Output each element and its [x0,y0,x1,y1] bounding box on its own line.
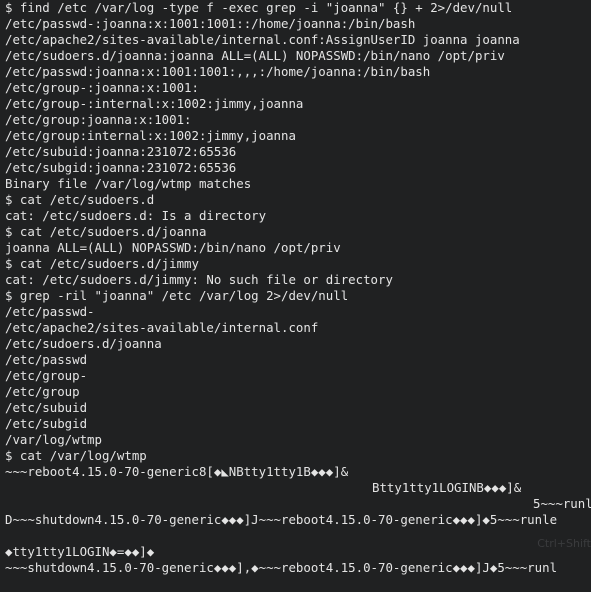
terminal-line: cat: /etc/sudoers.d/jimmy: No such file … [5,272,393,287]
terminal-line: /etc/passwd:joanna:x:1001:1001:,,,:/home… [5,64,431,79]
terminal-line: $ grep -ril "joanna" /etc /var/log 2>/de… [5,288,349,303]
terminal-line: /etc/passwd- [5,304,95,319]
terminal-line: ~~~shutdown4.15.0-70-generic◆◆◆],◆~~~reb… [5,560,558,575]
terminal-line: /etc/apache2/sites-available/internal.co… [5,320,319,335]
watermark: Ctrl+Shift [537,537,591,550]
terminal-line: $ cat /etc/sudoers.d [5,192,155,207]
terminal-window[interactable]: $ find /etc /var/log -type f -exec grep … [0,0,591,592]
terminal-line: $ cat /etc/sudoers.d/jimmy [5,256,199,271]
terminal-line: /var/log/wtmp [5,432,102,447]
terminal-line: /etc/passwd-:joanna:x:1001:1001::/home/j… [5,16,416,31]
terminal-line: /etc/subgid [5,416,88,431]
terminal-line: Btty1tty1LOGINB◆◆◆]& [372,480,522,495]
terminal-line: $ cat /var/log/wtmp [5,448,147,463]
terminal-line: Binary file /var/log/wtmp matches [5,176,252,191]
terminal-line: 5~~~runl [533,496,591,511]
terminal-line: $ find /etc /var/log -type f -exec grep … [5,0,513,15]
terminal-line: /etc/group-:joanna:x:1001: [5,80,199,95]
terminal-line: cat: /etc/sudoers.d: Is a directory [5,208,267,223]
terminal-line: /etc/passwd [5,352,88,367]
terminal-line: /etc/sudoers.d/joanna:joanna ALL=(ALL) N… [5,48,505,63]
terminal-line: $ cat /etc/sudoers.d/joanna [5,224,207,239]
terminal-line: /etc/sudoers.d/joanna [5,336,162,351]
terminal-line: /etc/subuid [5,400,88,415]
terminal-line: /etc/group- [5,368,88,383]
terminal-line: /etc/group:joanna:x:1001: [5,112,192,127]
terminal-line: /etc/apache2/sites-available/internal.co… [5,32,520,47]
terminal-line: ~~~reboot4.15.0-70-generic8[◆◣NBtty1tty1… [5,464,349,479]
terminal-line: /etc/group:internal:x:1002:jimmy,joanna [5,128,296,143]
terminal-line: /etc/group [5,384,80,399]
terminal-line: /etc/group-:internal:x:1002:jimmy,joanna [5,96,304,111]
terminal-line: D~~~shutdown4.15.0-70-generic◆◆◆]J~~~reb… [5,512,558,527]
terminal-line: ◆tty1tty1LOGIN◆=◆◆]◆ [5,544,155,559]
terminal-line: /etc/subgid:joanna:231072:65536 [5,160,237,175]
terminal-line: /etc/subuid:joanna:231072:65536 [5,144,237,159]
terminal-line: joanna ALL=(ALL) NOPASSWD:/bin/nano /opt… [5,240,341,255]
